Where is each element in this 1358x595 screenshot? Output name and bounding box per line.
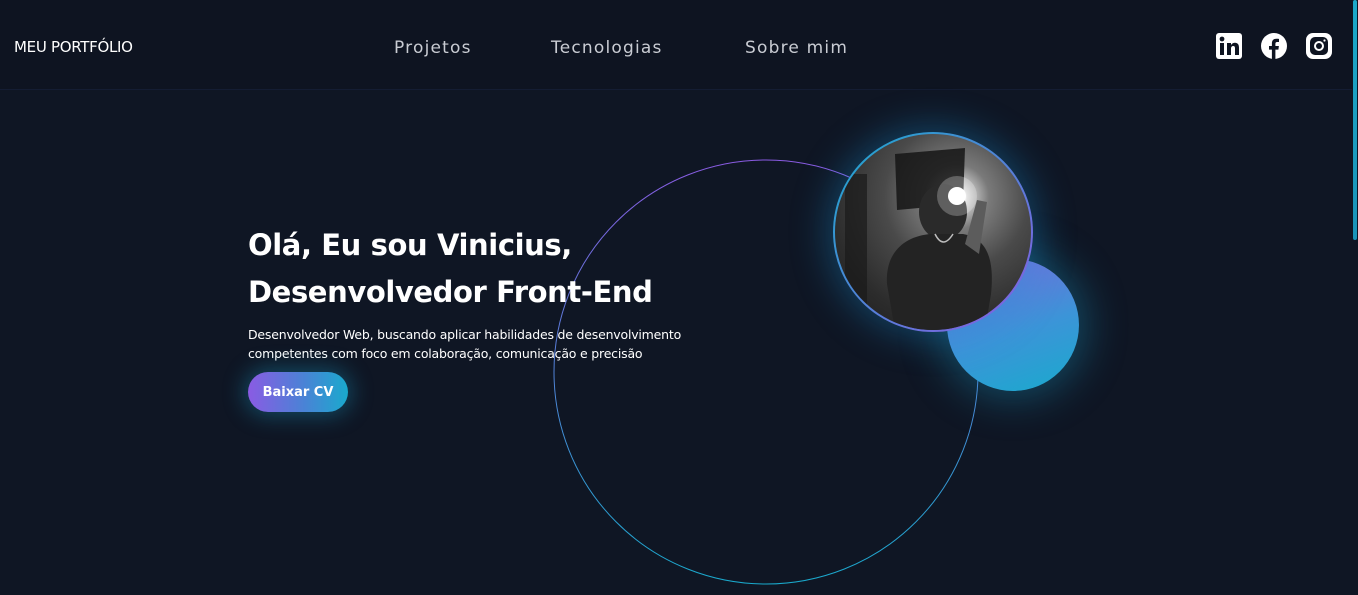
- facebook-icon[interactable]: [1261, 33, 1287, 59]
- instagram-icon[interactable]: [1306, 33, 1332, 59]
- hero-description-line-2: competentes com foco em colaboração, com…: [248, 346, 643, 361]
- navbar: MEU PORTFÓLIO Projetos Tecnologias Sobre…: [0, 0, 1358, 90]
- hero-description: Desenvolvedor Web, buscando aplicar habi…: [248, 325, 718, 363]
- linkedin-icon[interactable]: [1216, 33, 1242, 59]
- brand-logo[interactable]: MEU PORTFÓLIO: [14, 38, 133, 56]
- scrollbar-thumb[interactable]: [1353, 0, 1357, 240]
- hero-title: Olá, Eu sou Vinicius, Desenvolvedor Fron…: [248, 222, 768, 316]
- hero-title-line-1: Olá, Eu sou Vinicius,: [248, 228, 572, 262]
- profile-photo: [833, 132, 1033, 332]
- nav-link-tecnologias[interactable]: Tecnologias: [551, 38, 663, 58]
- profile-photo-image: [835, 134, 1031, 330]
- hero-description-line-1: Desenvolvedor Web, buscando aplicar habi…: [248, 327, 682, 342]
- hero-title-line-2: Desenvolvedor Front-End: [248, 275, 653, 309]
- nav-link-sobre-mim[interactable]: Sobre mim: [745, 38, 848, 58]
- scrollbar[interactable]: [1352, 0, 1358, 595]
- nav-link-projetos[interactable]: Projetos: [394, 38, 472, 58]
- download-cv-button[interactable]: Baixar CV: [248, 372, 348, 412]
